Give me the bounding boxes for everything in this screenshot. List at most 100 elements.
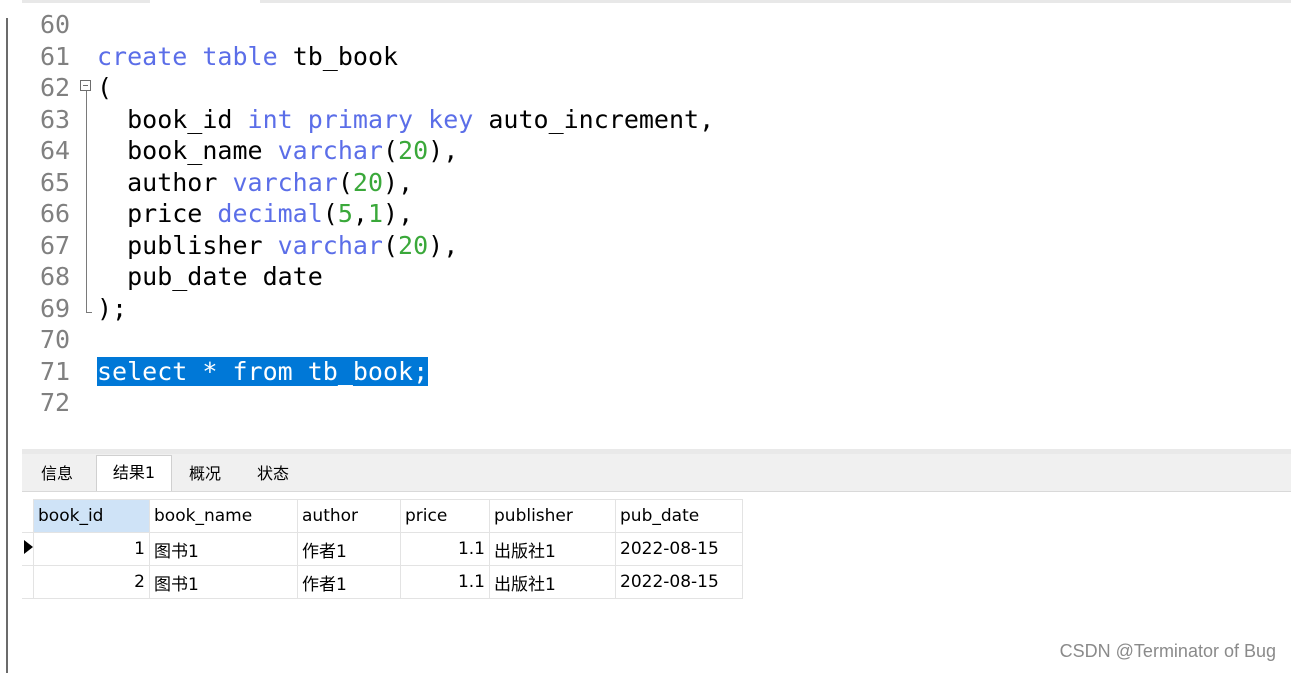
tab-status[interactable]: 状态 (240, 457, 306, 491)
cell-book-name[interactable]: 图书1 (149, 532, 298, 566)
sql-number: 20 (398, 230, 429, 260)
code-line[interactable]: 61 create table tb_book (22, 41, 1282, 72)
code-token: ), (428, 230, 459, 260)
code-line[interactable]: 63 book_id int primary key auto_incremen… (22, 104, 1282, 135)
cell-book-id[interactable]: 2 (33, 565, 150, 599)
code-token: pub_date date (97, 262, 323, 291)
cell-pub-date[interactable]: 2022-08-15 (615, 565, 743, 599)
code-line[interactable]: 71 select * from tb_book; (22, 356, 1282, 387)
watermark: CSDN @Terminator of Bug (1059, 641, 1276, 661)
code-token: ( (97, 73, 113, 102)
code-token: ( (382, 136, 399, 165)
column-header-author[interactable]: author (297, 499, 401, 533)
sql-number: 1 (367, 199, 384, 228)
table-row[interactable]: 2 图书1 作者1 1.1 出版社1 2022-08-15 (22, 565, 743, 599)
sql-keyword: varchar (277, 136, 383, 165)
cell-book-name[interactable]: 图书1 (149, 565, 298, 599)
code-text: ( (97, 72, 112, 103)
code-token: book_id (97, 104, 248, 134)
sql-number: 20 (352, 167, 383, 197)
code-line[interactable]: 67 publisher varchar(20), (22, 230, 1282, 261)
code-token: ), (383, 199, 414, 228)
code-line[interactable]: 65 author varchar(20), (22, 167, 1282, 198)
cell-book-id[interactable]: 1 (33, 532, 150, 566)
code-text: publisher varchar(20), (97, 230, 458, 261)
cell-price[interactable]: 1.1 (400, 532, 490, 566)
code-token: , (352, 199, 368, 228)
cell-author[interactable]: 作者1 (297, 565, 401, 599)
grid-header-row: book_id book_name author price publisher… (22, 499, 743, 533)
code-token: tb_book (277, 41, 399, 71)
line-number: 67 (40, 230, 71, 260)
line-number: 65 (40, 167, 71, 197)
code-token: ), (428, 136, 459, 165)
line-number: 61 (40, 41, 71, 71)
code-line[interactable]: 66 price decimal(5,1), (22, 198, 1282, 229)
code-token: ); (97, 293, 128, 323)
column-header-book-name[interactable]: book_name (149, 499, 298, 533)
code-token: author (97, 167, 233, 197)
cell-publisher[interactable]: 出版社1 (489, 532, 616, 566)
sql-number: 20 (398, 136, 429, 165)
line-number: 63 (40, 104, 71, 134)
code-token: auto_increment, (473, 104, 715, 134)
code-line[interactable]: 69); (22, 293, 1282, 324)
code-text: author varchar(20), (97, 167, 413, 198)
column-header-price[interactable]: price (400, 499, 490, 533)
line-number: 71 (40, 356, 71, 386)
row-indicator (22, 565, 34, 599)
column-header-pub-date[interactable]: pub_date (615, 499, 743, 533)
line-number: 70 (40, 325, 71, 354)
code-text: book_id int primary key auto_increment, (97, 104, 714, 135)
code-token: ( (382, 230, 399, 260)
code-token: publisher (97, 230, 278, 260)
code-line[interactable]: 62( (22, 72, 1282, 103)
window-border (6, 18, 8, 673)
code-token: book_name (97, 136, 278, 165)
code-text: book_name varchar(20), (97, 135, 458, 166)
row-pointer-icon (24, 540, 33, 554)
result-tabs-bar: 信息 结果1 概况 状态 (22, 454, 1291, 492)
result-grid[interactable]: book_id book_name author price publisher… (22, 499, 743, 599)
tab-result1[interactable]: 结果1 (96, 455, 172, 491)
line-number: 66 (40, 199, 71, 228)
code-text: ); (97, 293, 127, 324)
cell-price[interactable]: 1.1 (400, 565, 490, 599)
code-text: pub_date date (97, 261, 323, 292)
fold-collapse-icon[interactable] (80, 80, 91, 91)
code-token: ( (337, 167, 353, 197)
sql-keyword: table (202, 41, 278, 71)
column-header-publisher[interactable]: publisher (489, 499, 616, 533)
tab-info[interactable]: 信息 (26, 457, 88, 491)
code-token: ( (322, 199, 338, 228)
code-text: price decimal(5,1), (97, 198, 413, 229)
sql-keyword: create (97, 41, 188, 71)
code-line[interactable]: 70 (22, 324, 1282, 355)
sql-keyword: varchar (232, 167, 338, 197)
tab-overview[interactable]: 概况 (172, 457, 238, 491)
code-token: price (97, 199, 218, 228)
column-header-book-id[interactable]: book_id (33, 499, 150, 533)
cell-author[interactable]: 作者1 (297, 532, 401, 566)
code-line[interactable]: 64 book_name varchar(20), (22, 135, 1282, 166)
line-number: 68 (40, 262, 71, 291)
cell-publisher[interactable]: 出版社1 (489, 565, 616, 599)
sql-keyword: int (247, 104, 293, 134)
selected-text: select * from tb_book; (97, 356, 429, 386)
sql-keyword: varchar (277, 230, 383, 260)
cell-pub-date[interactable]: 2022-08-15 (615, 532, 743, 566)
sql-keyword: primary (307, 104, 414, 134)
row-indicator-header (22, 499, 34, 533)
code-line[interactable]: 72 (22, 387, 1282, 418)
current-row-indicator (22, 532, 34, 566)
table-row[interactable]: 1 图书1 作者1 1.1 出版社1 2022-08-15 (22, 532, 743, 566)
query-editor[interactable]: 60 61 create table tb_book 62(63 book_id in… (22, 3, 1291, 449)
code-text: create table tb_book (97, 41, 398, 72)
sql-keyword: decimal (217, 199, 323, 228)
code-line[interactable]: 60 (22, 9, 1282, 40)
code-line[interactable]: 68 pub_date date (22, 261, 1282, 292)
sql-number: 5 (337, 199, 353, 228)
